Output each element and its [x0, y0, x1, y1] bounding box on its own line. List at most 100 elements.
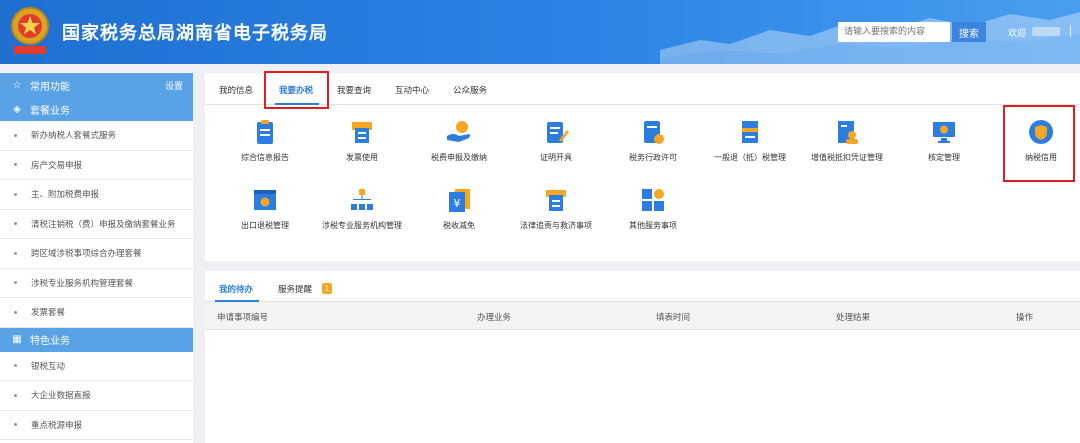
header-divider — [1070, 25, 1071, 37]
bullet-icon — [14, 163, 17, 167]
service-label: 法律追责与救济事项 — [520, 221, 592, 230]
service-label: 涉税专业服务机构管理 — [322, 221, 402, 230]
top-header: 国家税务总局湖南省电子税务局 搜索 欢迎 — [0, 0, 1080, 64]
sidebar-item[interactable]: 新办纳税人套餐式服务 — [0, 121, 193, 151]
service-agency-management[interactable]: 涉税专业服务机构管理 — [314, 186, 410, 231]
sidebar-item[interactable]: 清税注销税（费）申报及缴纳套餐业务 — [0, 210, 193, 239]
sidebar-section-label: 特色业务 — [30, 336, 70, 347]
bullet-icon — [14, 423, 17, 427]
clipboard-icon — [257, 120, 273, 144]
refund-icon — [742, 121, 758, 143]
service-certificate[interactable]: 证明开具 — [508, 118, 604, 163]
column-header: 申请事项编号 — [217, 313, 269, 323]
org-chart-icon — [351, 189, 373, 210]
sidebar-item-label: 涉税专业服务机构管理套餐 — [31, 278, 134, 289]
yen-document-icon: ¥ — [449, 189, 470, 212]
tab-my-info[interactable]: 我的信息 — [219, 84, 253, 96]
sidebar-item-label: 大企业数据直报 — [31, 391, 91, 402]
sidebar-item[interactable]: 跨区域涉税事项综合办理套餐 — [0, 239, 193, 269]
sidebar-section-package[interactable]: ◈ 套餐业务 — [0, 97, 193, 121]
service-label: 一般退（抵）税管理 — [714, 153, 786, 162]
hand-coin-icon — [447, 121, 470, 142]
column-header: 操作 — [1016, 313, 1034, 323]
sidebar-item-label: 新办纳税人套餐式服务 — [31, 131, 117, 142]
monitor-gear-icon — [933, 122, 955, 143]
sidebar-item[interactable]: 重点税源申报 — [0, 411, 193, 440]
service-label: 其他服务事项 — [629, 221, 677, 230]
service-tax-declaration[interactable]: 税费申报及缴纳 — [411, 118, 507, 163]
sidebar-item-label: 发票套餐 — [31, 308, 66, 319]
tab-handle-tax[interactable]: 我要办税 — [279, 84, 313, 96]
service-label: 纳税信用 — [1025, 153, 1057, 162]
sidebar-item-label: 清税注销税（费）申报及缴纳套餐业务 — [31, 219, 176, 230]
service-label: 税费申报及缴纳 — [431, 153, 487, 162]
service-refund[interactable]: 一般退（抵）税管理 — [702, 118, 798, 163]
sidebar-item[interactable]: 房产交易申报 — [0, 151, 193, 180]
service-label: 综合信息报告 — [241, 153, 289, 162]
svg-text:¥: ¥ — [454, 197, 461, 210]
todo-panel: 我的待办 服务提醒 1 申请事项编号 办理业务 填表时间 处理结果 操作 — [205, 271, 1080, 443]
bullet-icon — [14, 222, 17, 226]
bullet-icon — [14, 251, 17, 255]
welcome-text: 欢迎 — [1008, 29, 1027, 39]
layers-icon: ◈ — [13, 103, 21, 115]
service-export-refund[interactable]: 出口退税管理 — [217, 186, 313, 231]
bullet-icon — [14, 133, 17, 137]
bullet-icon — [14, 364, 17, 368]
sidebar-item[interactable]: 涉税专业服务机构管理套餐 — [0, 269, 193, 298]
invoice-icon — [352, 122, 372, 143]
sidebar-section-label: 常用功能 — [30, 81, 70, 93]
service-vat-deduction[interactable]: 增值税抵扣凭证管理 — [799, 118, 895, 163]
service-label: 核定管理 — [928, 153, 960, 162]
tab-query[interactable]: 我要查询 — [337, 84, 371, 96]
document-edit-icon — [547, 122, 569, 143]
column-header: 处理结果 — [836, 313, 871, 323]
search-input[interactable] — [838, 22, 950, 42]
sidebar-item-label: 重点税源申报 — [31, 420, 83, 431]
column-header: 填表时间 — [656, 313, 691, 323]
sidebar-item[interactable]: 主、附加税费申报 — [0, 180, 193, 210]
star-icon: ☆ — [12, 79, 22, 91]
tax-emblem-logo — [11, 7, 49, 54]
sidebar-section-special[interactable]: ▦ 特色业务 — [0, 327, 193, 352]
service-tax-credit[interactable]: 纳税信用 — [993, 118, 1080, 163]
grid-apps-icon — [642, 189, 664, 211]
main-tabs: 我的信息 我要办税 我要查询 互动中心 公众服务 — [205, 73, 1080, 105]
bullet-icon — [14, 281, 17, 285]
sidebar-item[interactable]: 银税互动 — [0, 352, 193, 381]
window-gear-icon — [254, 190, 276, 210]
sidebar-item[interactable]: 发票套餐 — [0, 298, 193, 328]
sidebar-section-label: 套餐业务 — [30, 105, 70, 117]
todo-tabs: 我的待办 服务提醒 1 — [205, 271, 1080, 302]
sidebar-item[interactable]: 大企业数据直报 — [0, 381, 193, 411]
settings-link[interactable]: 设置 — [165, 79, 183, 92]
service-panel: 我的信息 我要办税 我要查询 互动中心 公众服务 综合信息报告 发票使用 税费申… — [205, 71, 1080, 261]
person-document-icon — [838, 121, 858, 144]
service-other[interactable]: 其他服务事项 — [605, 186, 701, 231]
shield-icon — [1029, 120, 1053, 144]
search-button[interactable]: 搜索 — [952, 22, 986, 42]
table-header: 申请事项编号 办理业务 填表时间 处理结果 操作 — [205, 302, 1080, 330]
service-label: 税务行政许可 — [629, 153, 677, 162]
service-legal-remedy[interactable]: 法律追责与救济事项 — [508, 186, 604, 231]
service-label: 发票使用 — [346, 153, 378, 162]
sidebar-item-label: 跨区域涉税事项综合办理套餐 — [31, 249, 142, 260]
tab-public-service[interactable]: 公众服务 — [453, 84, 487, 96]
service-admin-permit[interactable]: 税务行政许可 — [605, 118, 701, 163]
service-assessment[interactable]: 核定管理 — [896, 118, 992, 163]
sidebar: ☆ 常用功能 设置 ◈ 套餐业务 新办纳税人套餐式服务 房产交易申报 主、附加税… — [0, 73, 193, 443]
service-invoice-use[interactable]: 发票使用 — [314, 118, 410, 163]
active-tab-indicator — [275, 103, 319, 105]
service-tax-reduction[interactable]: ¥ 税收减免 — [411, 186, 507, 231]
tab-my-todo[interactable]: 我的待办 — [219, 283, 253, 295]
sidebar-item-label: 银税互动 — [31, 361, 66, 372]
service-label: 增值税抵扣凭证管理 — [811, 153, 883, 162]
tab-interaction[interactable]: 互动中心 — [395, 84, 429, 96]
tab-service-reminder[interactable]: 服务提醒 — [278, 283, 312, 295]
sidebar-section-common[interactable]: ☆ 常用功能 设置 — [0, 73, 193, 97]
service-comprehensive-report[interactable]: 综合信息报告 — [217, 118, 313, 163]
permit-icon — [644, 121, 664, 144]
service-label: 出口退税管理 — [241, 221, 289, 230]
service-label: 税收减免 — [443, 221, 475, 230]
sidebar-item-label: 主、附加税费申报 — [31, 190, 100, 201]
